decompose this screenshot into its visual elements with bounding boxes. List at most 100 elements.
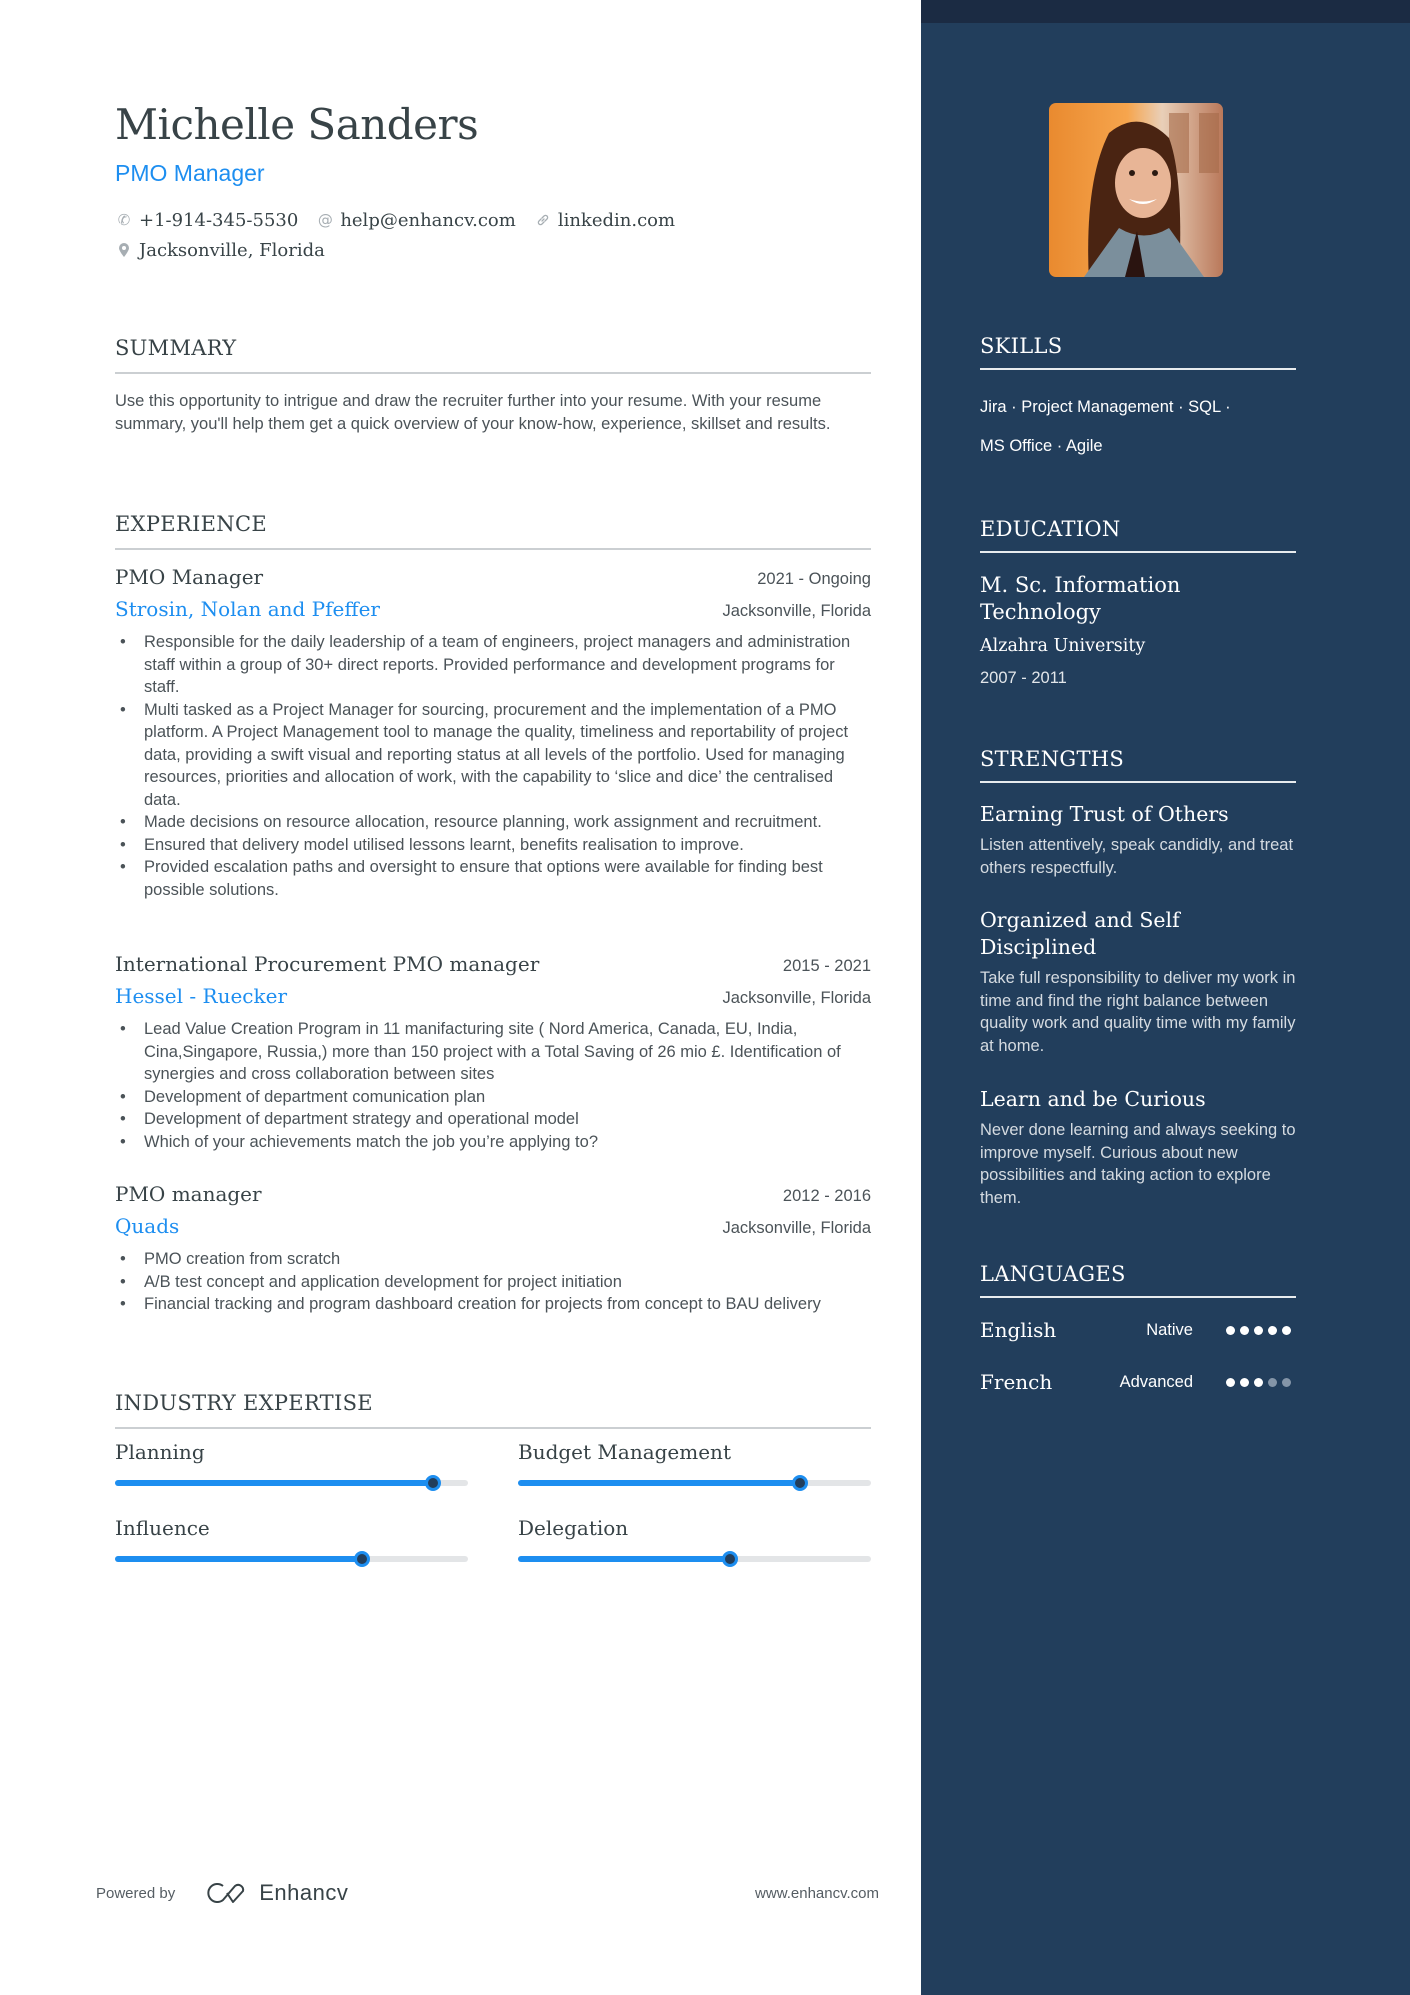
job-location: Jacksonville, Florida: [722, 602, 871, 620]
at-icon: @: [317, 211, 333, 229]
job-company: Quads: [115, 1214, 180, 1238]
job-bullets: Lead Value Creation Program in 11 manifa…: [115, 1018, 871, 1153]
expertise-bar-knob: [792, 1475, 809, 1491]
expertise-heading: INDUSTRY EXPERTISE: [115, 1391, 871, 1429]
rating-dot-filled: [1240, 1325, 1249, 1335]
rating-dot-empty: [1268, 1377, 1277, 1387]
expertise-bar: [518, 1475, 871, 1491]
strength-title: Earning Trust of Others: [980, 802, 1229, 826]
sidebar: SKILLS Jira · Project Management · SQL ·…: [921, 0, 1410, 1995]
job-bullet: Development of department strategy and o…: [115, 1108, 871, 1131]
job-bullet: Which of your achievements match the job…: [115, 1131, 871, 1154]
strength-item: Earning Trust of Others Listen attentive…: [980, 801, 1296, 879]
language-name: French: [980, 1370, 1053, 1394]
job-bullet: Made decisions on resource allocation, r…: [115, 811, 871, 834]
job-bullet: Lead Value Creation Program in 11 manifa…: [115, 1018, 871, 1086]
experience-entry: International Procurement PMO manager 20…: [115, 952, 871, 1153]
main-column: Michelle Sanders PMO Manager ✆ +1-914-34…: [0, 0, 921, 1995]
job-bullets: Responsible for the daily leadership of …: [115, 631, 871, 901]
job-company: Hessel - Ruecker: [115, 984, 288, 1008]
job-role: PMO manager: [115, 1182, 262, 1206]
summary-heading: SUMMARY: [115, 336, 871, 374]
footer: Powered by Enhancv www.enhancv.com: [96, 1880, 879, 1906]
expertise-bar: [115, 1475, 468, 1491]
enhancv-logo-icon: [207, 1883, 245, 1903]
link-text[interactable]: linkedin.com: [558, 210, 675, 231]
language-level: Native: [1146, 1320, 1193, 1339]
phone-text: +1-914-345-5530: [139, 209, 299, 231]
strength-desc: Take full responsibility to deliver my w…: [980, 969, 1296, 1055]
email-text[interactable]: help@enhancv.com: [340, 210, 516, 231]
job-bullet: A/B test concept and application develop…: [115, 1271, 871, 1294]
summary-text: Use this opportunity to intrigue and dra…: [115, 392, 831, 433]
link-icon: [534, 213, 552, 227]
education-heading: EDUCATION: [980, 517, 1296, 553]
expertise-bar-fill: [115, 1556, 363, 1562]
job-role: PMO Manager: [115, 565, 264, 589]
contact-info: ✆ +1-914-345-5530 @ help@enhancv.com lin…: [115, 205, 693, 265]
expertise-grid: Planning Budget Management Influence Del…: [115, 1440, 871, 1567]
job-bullet: Ensured that delivery model utilised les…: [115, 834, 871, 857]
job-bullets: PMO creation from scratch A/B test conce…: [115, 1248, 871, 1316]
language-item: English Native: [980, 1315, 1296, 1345]
skills-line: Jira · Project Management · SQL ·: [980, 398, 1231, 416]
language-name: English: [980, 1318, 1057, 1342]
strength-item: Learn and be Curious Never done learning…: [980, 1086, 1296, 1209]
strength-title: Learn and be Curious: [980, 1087, 1206, 1111]
education-school: Alzahra University: [980, 636, 1146, 656]
expertise-bar-fill: [518, 1480, 801, 1486]
link-contact[interactable]: linkedin.com: [534, 210, 675, 231]
education-entry: M. Sc. Information Technology Alzahra Un…: [980, 572, 1300, 688]
candidate-title: PMO Manager: [115, 160, 265, 186]
experience-heading: EXPERIENCE: [115, 512, 871, 550]
job-bullet: Multi tasked as a Project Manager for so…: [115, 699, 871, 812]
candidate-name: Michelle Sanders: [115, 100, 479, 149]
email-contact[interactable]: @ help@enhancv.com: [316, 210, 516, 231]
expertise-label: Delegation: [518, 1516, 629, 1540]
skills-list: Jira · Project Management · SQL · MS Off…: [980, 388, 1300, 466]
job-role: International Procurement PMO manager: [115, 952, 540, 976]
job-dates: 2012 - 2016: [782, 1187, 871, 1205]
rating-dot-filled: [1254, 1377, 1263, 1387]
powered-by-label: Powered by: [96, 1884, 176, 1902]
job-bullet: Development of department comunication p…: [115, 1086, 871, 1109]
sidebar-top-strip: [921, 0, 1410, 23]
rating-dot-empty: [1282, 1377, 1291, 1387]
profile-photo: [1049, 103, 1223, 277]
expertise-bar: [115, 1551, 468, 1567]
expertise-item: Influence: [115, 1516, 468, 1567]
job-company: Strosin, Nolan and Pfeffer: [115, 597, 380, 621]
rating-dot-filled: [1240, 1377, 1249, 1387]
rating-dot-filled: [1268, 1325, 1277, 1335]
job-bullet: Provided escalation paths and oversight …: [115, 856, 871, 901]
job-dates: 2021 - Ongoing: [757, 570, 871, 588]
expertise-bar-knob: [424, 1475, 441, 1491]
job-location: Jacksonville, Florida: [722, 1219, 871, 1237]
expertise-item: Budget Management: [518, 1440, 871, 1491]
language-level: Advanced: [1119, 1372, 1193, 1391]
enhancv-brand-text: Enhancv: [259, 1880, 349, 1905]
expertise-label: Influence: [115, 1516, 210, 1540]
strength-item: Organized and Self Disciplined Take full…: [980, 907, 1296, 1057]
experience-entry: PMO Manager 2021 - Ongoing Strosin, Nola…: [115, 565, 871, 901]
strength-title: Organized and Self Disciplined: [980, 908, 1180, 959]
skills-line: MS Office · Agile: [980, 437, 1103, 455]
rating-dot-filled: [1282, 1325, 1291, 1335]
job-dates: 2015 - 2021: [782, 957, 871, 975]
phone-contact: ✆ +1-914-345-5530: [115, 209, 299, 231]
enhancv-logo[interactable]: Enhancv: [203, 1880, 348, 1906]
experience-entry: PMO manager 2012 - 2016 Quads Jacksonvil…: [115, 1182, 871, 1316]
languages-heading: LANGUAGES: [980, 1262, 1296, 1298]
rating-dot-filled: [1226, 1325, 1235, 1335]
job-bullet: Financial tracking and program dashboard…: [115, 1293, 871, 1316]
expertise-bar-fill: [115, 1480, 433, 1486]
expertise-bar-fill: [518, 1556, 730, 1562]
expertise-item: Planning: [115, 1440, 468, 1491]
expertise-bar: [518, 1551, 871, 1567]
strengths-heading: STRENGTHS: [980, 747, 1296, 783]
language-rating: [1226, 1325, 1296, 1335]
website-link[interactable]: www.enhancv.com: [755, 1885, 879, 1902]
language-item: French Advanced: [980, 1367, 1296, 1397]
expertise-label: Planning: [115, 1440, 205, 1464]
rating-dot-filled: [1226, 1377, 1235, 1387]
